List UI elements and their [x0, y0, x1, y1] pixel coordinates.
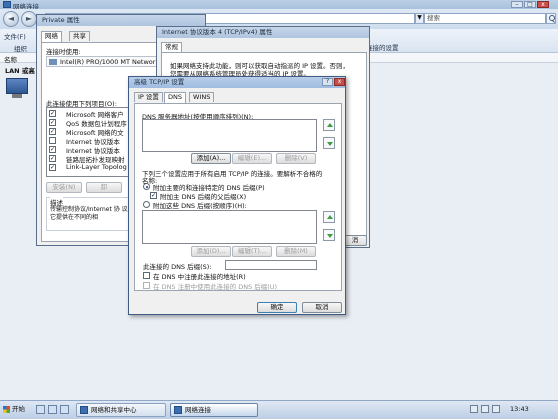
task-label: 网络和共享中心: [91, 406, 137, 414]
task-network-sharing-center[interactable]: 网络和共享中心: [76, 403, 166, 417]
component-checkbox[interactable]: ✓: [49, 128, 56, 135]
ok-button[interactable]: 确定: [257, 302, 297, 313]
primary-suffix-radio[interactable]: [143, 183, 150, 190]
edit-dns-server-button[interactable]: 编辑(E)...: [232, 153, 272, 164]
remove-suffix-button[interactable]: 删除(M): [276, 246, 316, 257]
register-suffix-checkbox[interactable]: [143, 282, 150, 289]
action-center-icon[interactable]: [492, 405, 500, 413]
task-label: 网络连接: [185, 406, 211, 414]
menu-organize[interactable]: 组织: [14, 43, 27, 53]
minimize-button[interactable]: –: [511, 1, 523, 8]
network-center-icon: [80, 406, 88, 414]
connection-suffix-input[interactable]: [225, 260, 317, 270]
connect-using-label: 连接时使用:: [46, 48, 81, 56]
component-checkbox[interactable]: ✓: [49, 155, 56, 162]
remove-dns-server-button[interactable]: 删除(V): [276, 153, 316, 164]
append-suffixes-label: 附加这些 DNS 后缀(按顺序)(H):: [153, 202, 247, 210]
install-button[interactable]: 安装(N): [46, 182, 82, 193]
dns-suffixes-list[interactable]: [142, 210, 317, 244]
tab-network[interactable]: 网络: [41, 31, 62, 42]
component-checkbox[interactable]: ✓: [49, 164, 56, 171]
search-icon[interactable]: [546, 13, 556, 24]
tab-dns[interactable]: DNS: [164, 92, 186, 103]
add-suffix-button[interactable]: 添加(D)...: [191, 246, 231, 257]
suffix-move-up-icon[interactable]: [323, 211, 335, 223]
volume-tray-icon[interactable]: [481, 405, 489, 413]
windows-logo-icon: [3, 406, 10, 413]
component-checkbox[interactable]: ✓: [49, 146, 56, 153]
network-adapter-icon[interactable]: [6, 78, 28, 98]
forward-icon[interactable]: ►: [21, 11, 37, 27]
ipv4-cancel-button[interactable]: 消: [343, 235, 367, 246]
network-folder-icon: [174, 406, 182, 414]
properties-title-bar: Private 属性: [37, 15, 205, 26]
explorer-title-bar: 网络连接 – □ x: [0, 0, 558, 11]
dns-servers-list[interactable]: [142, 119, 317, 152]
address-dropdown-icon[interactable]: ▼: [415, 13, 424, 24]
dns-tab-panel: DNS 服务器地址(按使用顺序排列)(N): 添加(A)... 编辑(E)...…: [134, 103, 342, 291]
add-dns-server-button[interactable]: 添加(A)...: [191, 153, 231, 164]
properties-title: Private 属性: [42, 16, 80, 24]
ipv4-title-bar: Internet 协议版本 4 (TCP/IPv4) 属性: [157, 27, 369, 38]
show-desktop-icon[interactable]: [36, 405, 45, 414]
adapter-name: Intel(R) PRO/1000 MT Network: [60, 58, 160, 66]
component-checkbox[interactable]: [49, 137, 56, 144]
network-folder-icon: [3, 1, 11, 8]
tab-ip-settings[interactable]: IP 设置: [134, 92, 163, 102]
append-suffixes-radio[interactable]: [143, 201, 150, 208]
register-suffix-label: 在 DNS 注册中使用此连接的 DNS 后缀(U): [153, 283, 278, 291]
tab-sharing[interactable]: 共享: [69, 31, 90, 41]
tab-wins[interactable]: WINS: [189, 92, 215, 102]
maximize-button[interactable]: □: [524, 1, 536, 8]
column-name[interactable]: 名称: [4, 54, 17, 64]
register-address-label: 在 DNS 中注册此连接的地址(R): [153, 273, 246, 281]
start-label: 开始: [12, 405, 25, 413]
component-label: Link-Layer Topolog: [66, 163, 127, 171]
connection-suffix-label: 此连接的 DNS 后缀(S):: [143, 263, 212, 271]
edit-suffix-button[interactable]: 编辑(T)...: [232, 246, 272, 257]
components-list[interactable]: ✓ Microsoft 网络客户 ✓ QoS 数据包计划程序 ✓ Microso…: [46, 107, 138, 177]
move-up-icon[interactable]: [323, 119, 335, 131]
component-checkbox[interactable]: ✓: [49, 119, 56, 126]
ipv4-title: Internet 协议版本 4 (TCP/IPv4) 属性: [162, 28, 273, 36]
advanced-title: 高级 TCP/IP 设置: [134, 78, 185, 86]
close-button[interactable]: x: [537, 1, 549, 8]
parent-suffix-checkbox[interactable]: ✓: [150, 192, 157, 199]
advanced-title-bar: 高级 TCP/IP 设置: [129, 77, 345, 88]
network-tray-icon[interactable]: [470, 405, 478, 413]
component-checkbox[interactable]: ✓: [49, 110, 56, 117]
advanced-tcpip-dialog: 高级 TCP/IP 设置 ? x IP 设置 DNS WINS DNS 服务器地…: [128, 76, 346, 315]
task-network-connections[interactable]: 网络连接: [170, 403, 258, 417]
start-button[interactable]: 开始: [1, 403, 31, 417]
register-address-checkbox[interactable]: [143, 272, 150, 279]
connection-settings-text: 连接的设置: [366, 44, 399, 52]
menu-file[interactable]: 文件(F): [4, 31, 26, 41]
suffix-move-down-icon[interactable]: [323, 229, 335, 241]
server-manager-icon[interactable]: [48, 405, 57, 414]
back-icon[interactable]: ◄: [3, 11, 19, 27]
help-button[interactable]: ?: [322, 78, 333, 86]
resolution-text-line1: 下列三个设置应用于所有启用 TCP/IP 的连接。要解析不合格的: [142, 170, 323, 178]
move-down-icon[interactable]: [323, 137, 335, 149]
adapter-icon: [49, 59, 57, 65]
description-group: 描述 传输控制协议/Internet 协 议。它提供在不同的相: [46, 197, 138, 231]
cancel-button[interactable]: 取消: [302, 302, 342, 313]
explorer-icon[interactable]: [60, 405, 69, 414]
uninstall-button[interactable]: 卸: [86, 182, 122, 193]
lan-group-label: LAN 或高: [5, 67, 35, 75]
clock[interactable]: 13:43: [510, 405, 529, 413]
search-input[interactable]: 搜索: [424, 13, 546, 24]
taskbar: 开始 网络和共享中心 网络连接 13:43: [0, 400, 558, 419]
description-text: 传输控制协议/Internet 协 议。它提供在不同的相: [50, 206, 134, 221]
advanced-close-button[interactable]: x: [334, 78, 345, 86]
